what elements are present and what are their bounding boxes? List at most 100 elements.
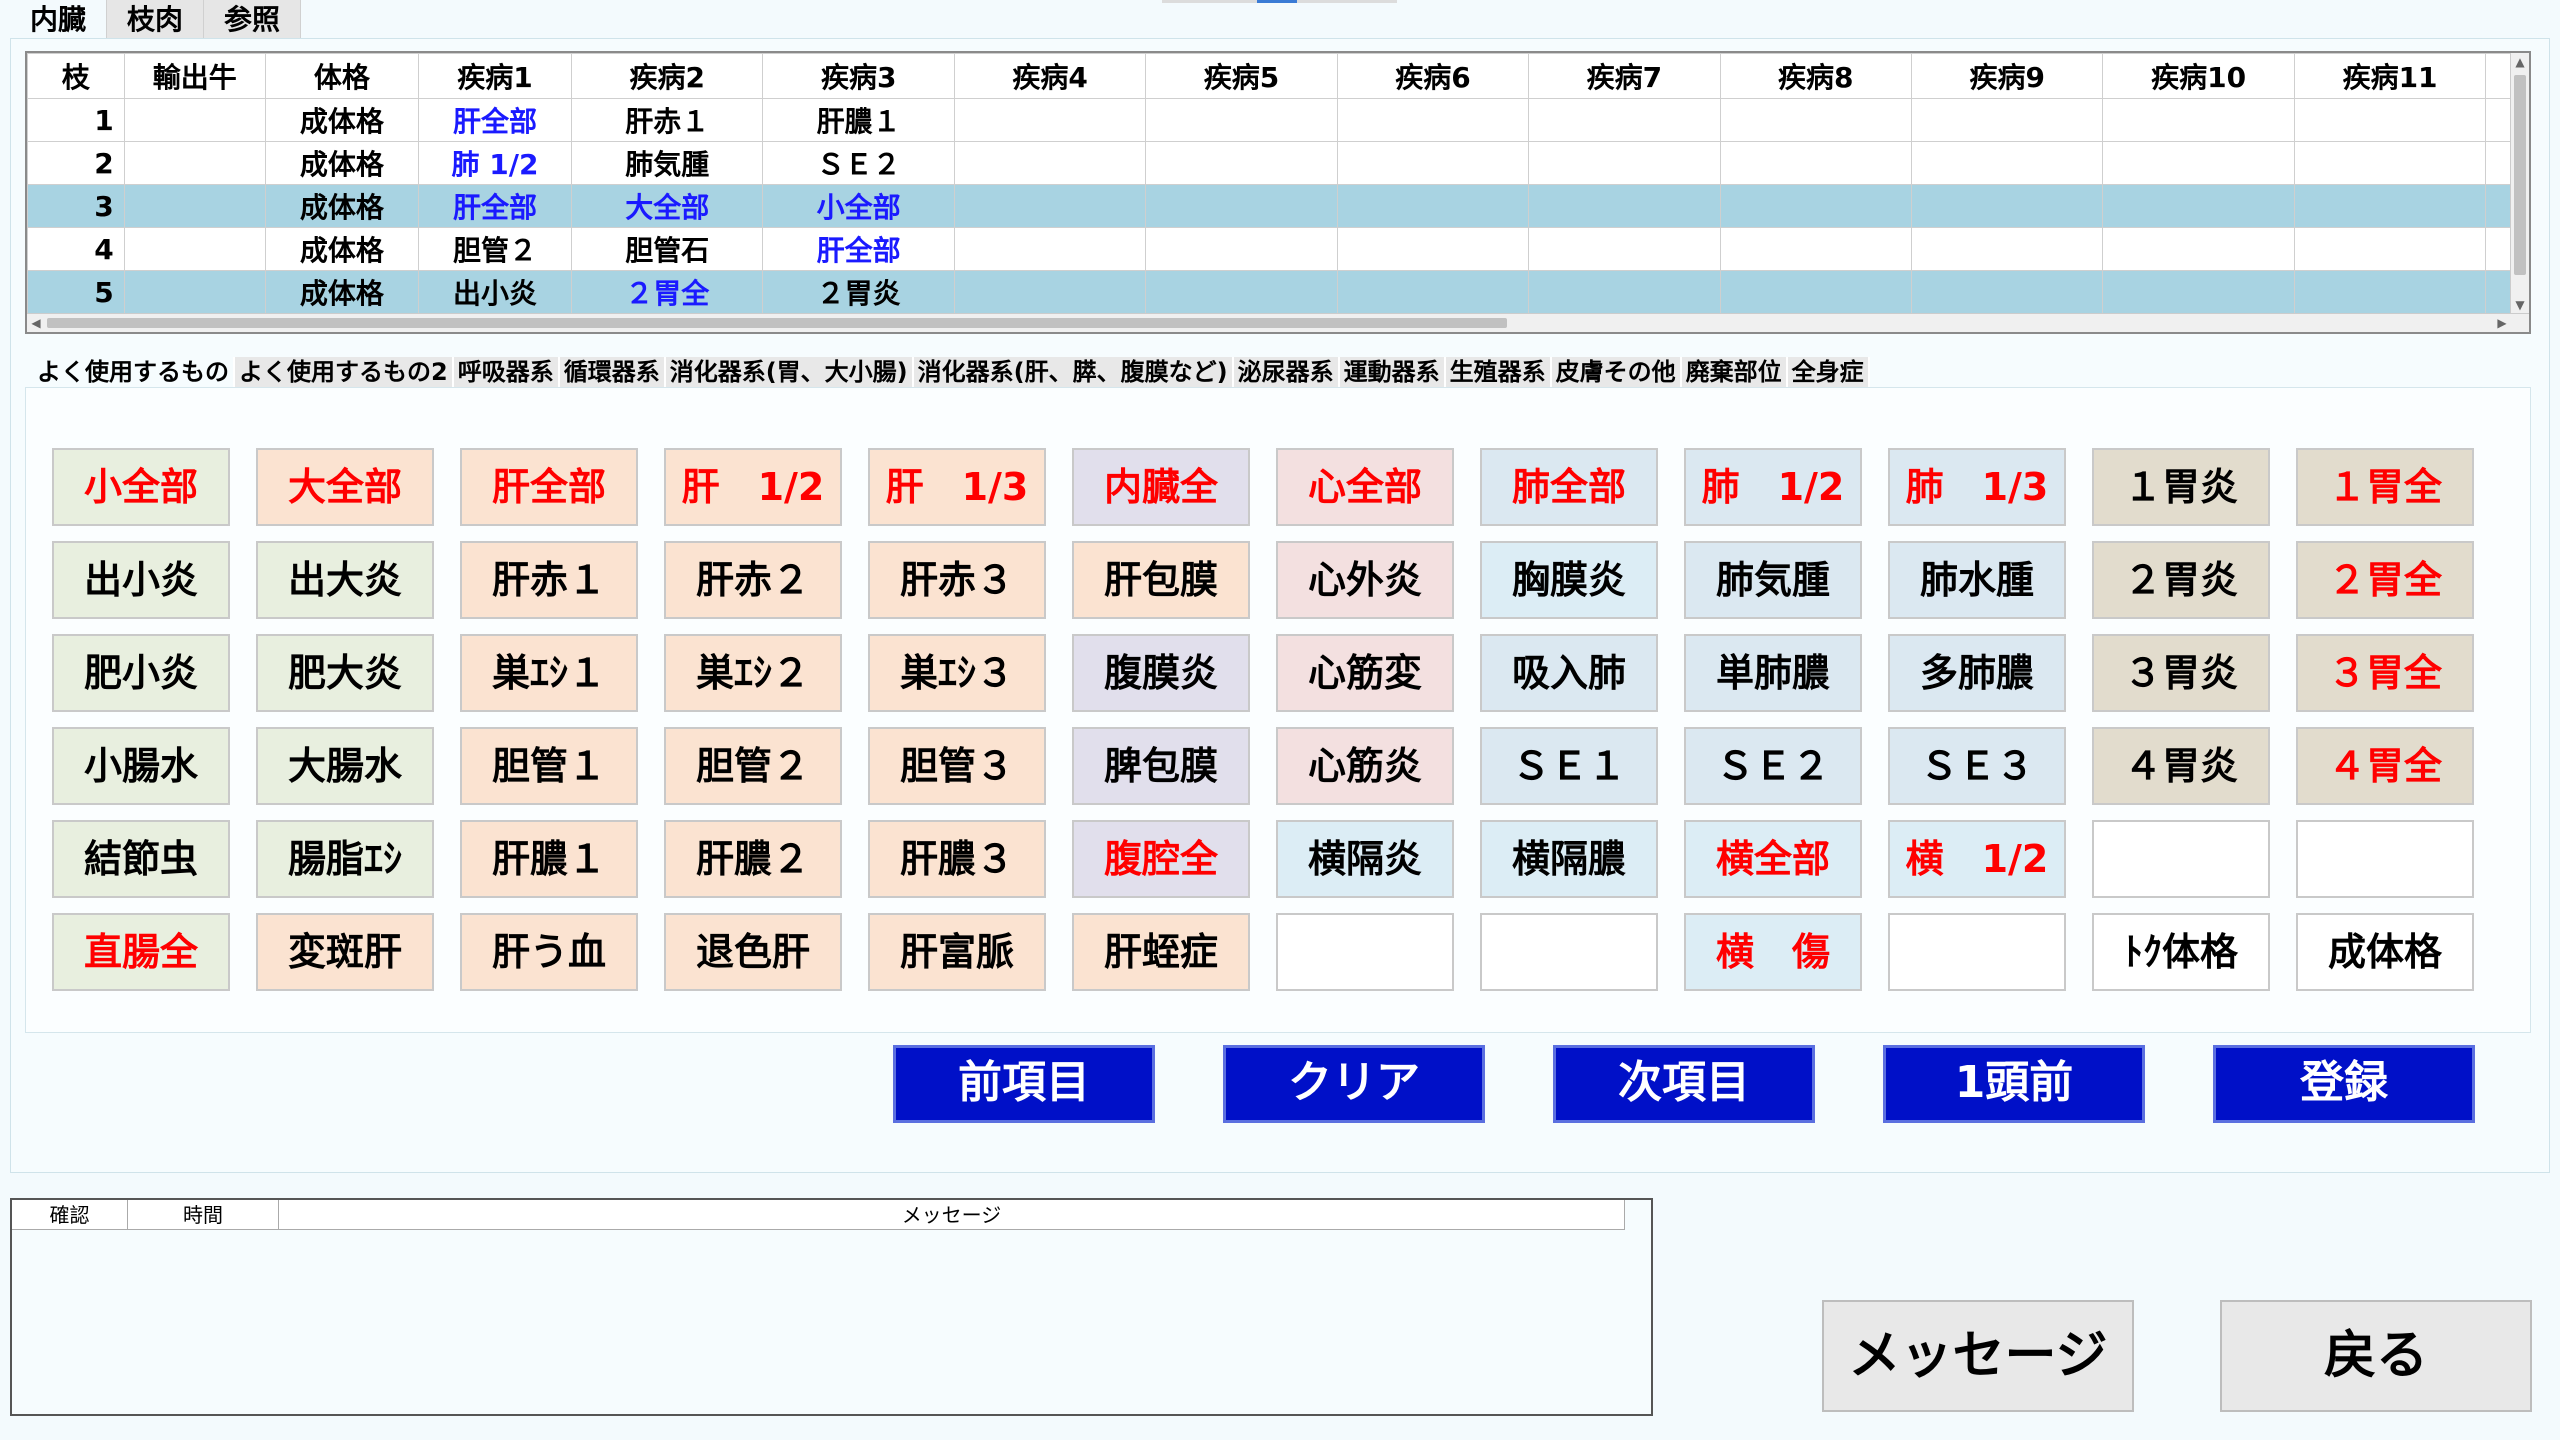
condition-button[interactable]: 横隔炎 [1276, 820, 1454, 898]
condition-button[interactable]: 胸膜炎 [1480, 541, 1658, 619]
cell-empty[interactable] [1719, 270, 1913, 314]
back-button[interactable]: 戻る [2220, 1300, 2532, 1412]
cell-empty[interactable] [1528, 184, 1721, 228]
cell-no[interactable]: 1 [27, 98, 125, 142]
cell-disease[interactable]: 肝全部 [417, 184, 573, 228]
condition-button[interactable]: 肝 1/2 [664, 448, 842, 526]
condition-button[interactable]: 肺気腫 [1684, 541, 1862, 619]
condition-button[interactable]: 肝 1/3 [868, 448, 1046, 526]
tab-edaniku[interactable]: 枝肉 [107, 0, 205, 38]
condition-button[interactable]: 巣ｴｼ１ [460, 634, 638, 712]
tab-systemic[interactable]: 全身症 [1787, 357, 1870, 387]
cell-no[interactable]: 4 [27, 227, 125, 271]
condition-button[interactable]: 肺 1/2 [1684, 448, 1862, 526]
tab-circulatory[interactable]: 循環器系 [559, 357, 666, 387]
condition-button[interactable]: 心筋炎 [1276, 727, 1454, 805]
message-col-confirm[interactable]: 確認 [12, 1200, 128, 1230]
cell-disease[interactable]: 大全部 [571, 184, 764, 228]
condition-button[interactable]: 心外炎 [1276, 541, 1454, 619]
condition-button[interactable]: 大腸水 [256, 727, 434, 805]
scroll-left-icon[interactable]: ◀ [27, 314, 45, 332]
condition-button[interactable]: ４胃炎 [2092, 727, 2270, 805]
cell-disease[interactable]: 肝膿１ [762, 98, 955, 142]
cell-empty[interactable] [953, 270, 1147, 314]
message-button[interactable]: メッセージ [1822, 1300, 2134, 1412]
message-col-time[interactable]: 時間 [128, 1200, 279, 1230]
condition-button[interactable]: 肝膿２ [664, 820, 842, 898]
condition-button[interactable]: 小全部 [52, 448, 230, 526]
grid-header[interactable]: 疾病1 [417, 53, 573, 99]
cell-disease[interactable]: ＳＥ２ [762, 141, 955, 185]
condition-button[interactable]: 巣ｴｼ３ [868, 634, 1046, 712]
condition-button[interactable]: 肝蛭症 [1072, 913, 1250, 991]
tab-frequent[interactable]: よく使用するもの [33, 357, 235, 387]
cell-empty[interactable] [1910, 184, 2104, 228]
condition-button[interactable]: 腸脂ｴｼ [256, 820, 434, 898]
cell-empty[interactable] [1145, 141, 1338, 185]
condition-button[interactable]: 変斑肝 [256, 913, 434, 991]
cell-empty[interactable] [1719, 141, 1913, 185]
cell-empty[interactable] [1910, 98, 2104, 142]
cell-empty[interactable] [1910, 141, 2104, 185]
grid-header[interactable]: 疾病3 [762, 53, 955, 99]
cell-empty[interactable] [1528, 141, 1721, 185]
cell-export[interactable] [123, 141, 266, 185]
condition-button[interactable]: 脾包膜 [1072, 727, 1250, 805]
cell-disease[interactable]: 出小炎 [417, 270, 573, 314]
tab-disposal[interactable]: 廃棄部位 [1681, 357, 1788, 387]
table-row[interactable]: 1 成体格 肝全部 肝赤１ 肝膿１ [27, 98, 2529, 142]
cell-export[interactable] [123, 98, 266, 142]
tab-naizo[interactable]: 内臓 [10, 0, 108, 38]
cell-empty[interactable] [1719, 184, 1913, 228]
cell-disease[interactable]: 胆管石 [571, 227, 764, 271]
condition-button[interactable]: ２胃炎 [2092, 541, 2270, 619]
cell-body[interactable]: 成体格 [264, 184, 419, 228]
condition-button[interactable]: 肥大炎 [256, 634, 434, 712]
cell-empty[interactable] [1910, 270, 2104, 314]
cell-disease[interactable]: 肺 1/2 [417, 141, 573, 185]
scrollbar-thumb[interactable] [47, 318, 1507, 328]
cell-empty[interactable] [1336, 270, 1530, 314]
condition-button[interactable]: ３胃全 [2296, 634, 2474, 712]
empty-condition-button[interactable] [2296, 820, 2474, 898]
condition-button[interactable]: ＳＥ３ [1888, 727, 2066, 805]
condition-button[interactable]: ３胃炎 [2092, 634, 2270, 712]
cell-empty[interactable] [2102, 227, 2295, 271]
cell-disease[interactable]: 肝全部 [417, 98, 573, 142]
condition-button[interactable]: 成体格 [2296, 913, 2474, 991]
cell-disease[interactable]: 小全部 [762, 184, 955, 228]
cell-disease[interactable]: 肺気腫 [571, 141, 764, 185]
grid-header[interactable]: 疾病11 [2293, 53, 2487, 99]
cell-empty[interactable] [1145, 184, 1338, 228]
tab-reproductive[interactable]: 生殖器系 [1445, 357, 1552, 387]
condition-button[interactable]: 直腸全 [52, 913, 230, 991]
grid-header[interactable]: 疾病6 [1336, 53, 1530, 99]
condition-button[interactable]: 肝膿３ [868, 820, 1046, 898]
cell-empty[interactable] [2102, 141, 2295, 185]
condition-button[interactable]: 心筋変 [1276, 634, 1454, 712]
cell-empty[interactable] [1145, 227, 1338, 271]
grid-header[interactable]: 疾病7 [1528, 53, 1721, 99]
condition-button[interactable]: 吸入肺 [1480, 634, 1658, 712]
condition-button[interactable]: ２胃全 [2296, 541, 2474, 619]
cell-body[interactable]: 成体格 [264, 141, 419, 185]
tab-sansho[interactable]: 参照 [204, 0, 302, 38]
cell-empty[interactable] [953, 141, 1147, 185]
condition-button[interactable]: 肝赤３ [868, 541, 1046, 619]
message-log[interactable]: 確認 時間 メッセージ [10, 1198, 1653, 1416]
condition-button[interactable]: 肝富脈 [868, 913, 1046, 991]
tab-digestive-stomach[interactable]: 消化器系(胃、大小腸) [665, 357, 914, 387]
cell-empty[interactable] [2293, 270, 2487, 314]
empty-condition-button[interactable] [1276, 913, 1454, 991]
cell-empty[interactable] [1145, 270, 1338, 314]
next-item-button[interactable]: 次項目 [1553, 1045, 1815, 1123]
clear-button[interactable]: クリア [1223, 1045, 1485, 1123]
condition-button[interactable]: 退色肝 [664, 913, 842, 991]
condition-button[interactable]: 大全部 [256, 448, 434, 526]
cell-empty[interactable] [1336, 141, 1530, 185]
previous-item-button[interactable]: 前項目 [893, 1045, 1155, 1123]
condition-button[interactable]: 出大炎 [256, 541, 434, 619]
condition-button[interactable]: 出小炎 [52, 541, 230, 619]
grid-header[interactable]: 疾病5 [1145, 53, 1338, 99]
condition-button[interactable]: 肺水腫 [1888, 541, 2066, 619]
